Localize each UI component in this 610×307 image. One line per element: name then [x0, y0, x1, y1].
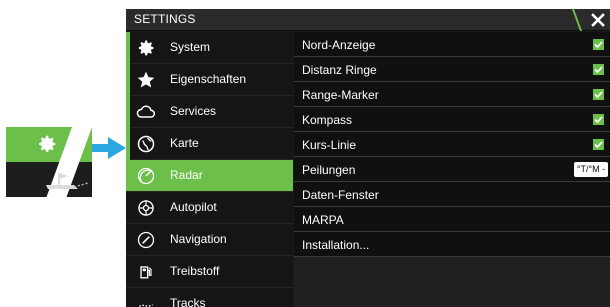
setting-row-nord-anzeige[interactable]: Nord-Anzeige	[294, 32, 610, 57]
setting-label: Installation...	[302, 238, 370, 252]
sidebar-accent-bar	[126, 32, 130, 160]
settings-window: SETTINGS System Eigenschaften Services K…	[126, 9, 610, 307]
title-bar: SETTINGS	[126, 9, 610, 31]
sidebar-item-tracks[interactable]: Tracks	[126, 288, 293, 307]
checkbox-checked[interactable]	[593, 89, 604, 100]
sidebar-item-autopilot[interactable]: Autopilot	[126, 192, 293, 224]
setting-row-peilungen[interactable]: Peilungen °T/°M -	[294, 157, 610, 182]
gear-icon	[39, 135, 56, 153]
compass-icon	[137, 231, 155, 249]
radar-icon	[137, 167, 155, 185]
gear-icon	[138, 40, 154, 56]
settings-sidebar: System Eigenschaften Services Karte Rada…	[126, 32, 293, 307]
radar-settings-panel: Nord-Anzeige Distanz Ringe Range-Marker …	[294, 32, 610, 307]
boat-icon	[46, 173, 89, 189]
sidebar-item-label: Radar	[170, 168, 203, 182]
setting-row-marpa[interactable]: MARPA	[294, 207, 610, 232]
settings-tile[interactable]	[6, 127, 92, 197]
sidebar-item-karte[interactable]: Karte	[126, 128, 293, 160]
sidebar-item-navigation[interactable]: Navigation	[126, 224, 293, 256]
bearing-unit-select[interactable]: °T/°M -	[574, 162, 608, 177]
cloud-icon	[136, 105, 155, 118]
sidebar-item-eigenschaften[interactable]: Eigenschaften	[126, 64, 293, 96]
setting-row-kurs-linie[interactable]: Kurs-Linie	[294, 132, 610, 157]
sidebar-item-radar[interactable]: Radar	[126, 160, 293, 192]
sidebar-item-label: Tracks	[170, 296, 206, 307]
setting-label: Distanz Ringe	[302, 63, 377, 77]
sidebar-item-services[interactable]: Services	[126, 96, 293, 128]
checkbox-checked[interactable]	[593, 39, 604, 50]
checkbox-checked[interactable]	[593, 64, 604, 75]
setting-label: Daten-Fenster	[302, 188, 379, 202]
checkbox-checked[interactable]	[593, 114, 604, 125]
globe-icon	[137, 135, 155, 153]
autopilot-icon	[138, 200, 154, 216]
setting-label: Kurs-Linie	[302, 138, 357, 152]
screenshot-root: SETTINGS System Eigenschaften Services K…	[0, 0, 610, 307]
setting-label: Kompass	[302, 113, 353, 127]
setting-label: MARPA	[302, 213, 344, 227]
sidebar-item-label: Services	[170, 104, 217, 118]
setting-row-kompass[interactable]: Kompass	[294, 107, 610, 132]
sidebar-item-label: Navigation	[170, 232, 227, 246]
setting-row-daten-fenster[interactable]: Daten-Fenster	[294, 182, 610, 207]
setting-row-installation[interactable]: Installation...	[294, 232, 610, 257]
close-icon	[591, 13, 605, 27]
sidebar-item-label: Karte	[170, 136, 199, 150]
close-button[interactable]	[586, 9, 610, 31]
arrow-right-icon	[92, 137, 126, 159]
setting-row-range-marker[interactable]: Range-Marker	[294, 82, 610, 107]
window-title: SETTINGS	[134, 12, 196, 26]
sidebar-item-label: Autopilot	[170, 200, 217, 214]
fuel-icon	[140, 266, 152, 279]
sidebar-item-label: Treibstoff	[170, 264, 220, 278]
checkbox-checked[interactable]	[593, 139, 604, 150]
setting-row-distanz-ringe[interactable]: Distanz Ringe	[294, 57, 610, 82]
sidebar-item-treibstoff[interactable]: Treibstoff	[126, 256, 293, 288]
sidebar-item-label: Eigenschaften	[170, 72, 247, 86]
setting-label: Nord-Anzeige	[302, 38, 376, 52]
title-accent-stripe	[572, 9, 582, 31]
setting-label: Peilungen	[302, 163, 356, 177]
sidebar-item-label: System	[170, 40, 211, 54]
star-icon	[137, 71, 155, 88]
setting-label: Range-Marker	[302, 88, 379, 102]
tracks-icon	[138, 304, 153, 307]
sidebar-item-system[interactable]: System	[126, 32, 293, 64]
